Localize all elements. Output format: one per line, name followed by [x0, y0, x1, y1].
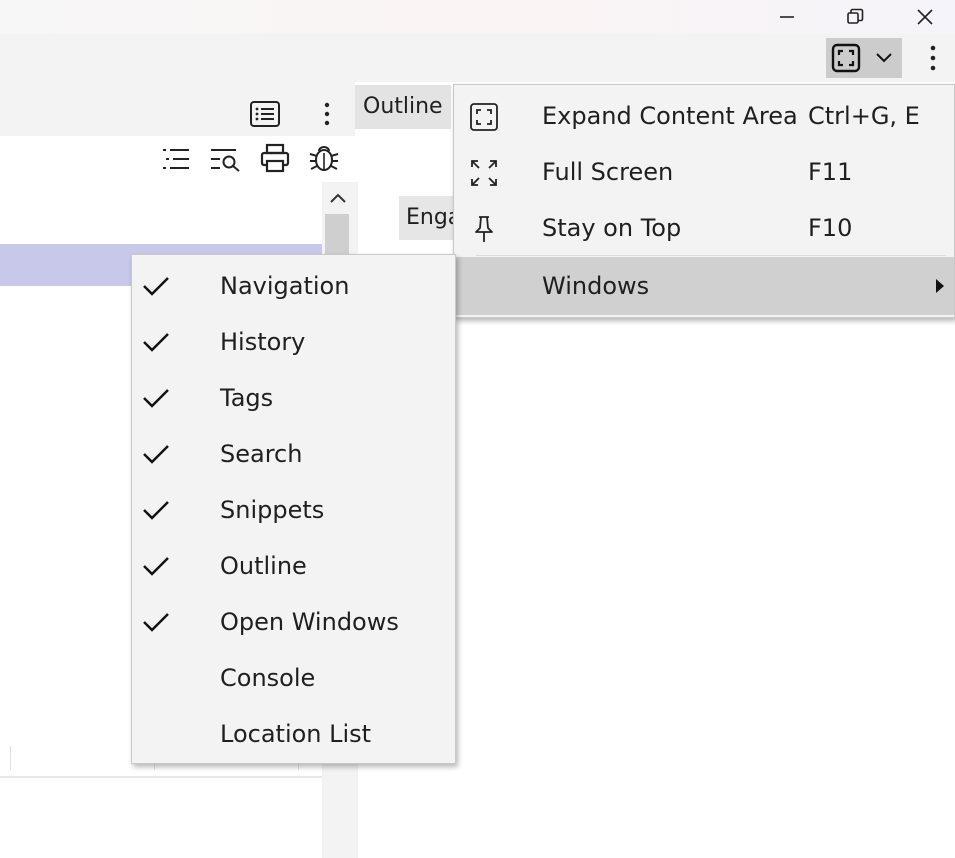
print-button[interactable] — [256, 140, 294, 176]
submenu-item-location-list[interactable]: Location List — [132, 706, 455, 762]
submenu-item-label: Console — [220, 664, 316, 692]
submenu-item-label: Outline — [220, 552, 307, 580]
submenu-item-label: Search — [220, 440, 303, 468]
editor-cell-border — [10, 746, 11, 770]
view-menu: Expand Content Area Ctrl+G, E Full Scree… — [453, 84, 955, 318]
menu-item-full-screen[interactable]: Full Screen F11 — [454, 144, 954, 200]
menu-item-shortcut: Ctrl+G, E — [808, 102, 920, 130]
submenu-item-history[interactable]: History — [132, 314, 455, 370]
submenu-item-label: Snippets — [220, 496, 325, 524]
chevron-down-icon — [876, 53, 892, 63]
close-icon — [917, 9, 933, 25]
submenu-item-tags[interactable]: Tags — [132, 370, 455, 426]
expand-content-split-button[interactable] — [826, 38, 902, 78]
expand-content-icon — [831, 43, 861, 73]
tab-eng[interactable]: Enga — [399, 196, 459, 240]
submenu-item-search[interactable]: Search — [132, 426, 455, 482]
find-in-outline-button[interactable] — [206, 142, 244, 176]
bug-icon — [309, 146, 339, 171]
chevron-up-icon — [330, 193, 346, 203]
more-options-button[interactable] — [918, 40, 948, 76]
submenu-item-label: Open Windows — [220, 608, 399, 636]
tab-outline[interactable]: Outline — [355, 85, 451, 129]
menu-item-windows[interactable]: Windows — [454, 257, 954, 315]
tab-outline-label: Outline — [363, 94, 443, 119]
menu-item-label: Full Screen — [542, 158, 674, 186]
minimize-icon — [780, 16, 794, 18]
search-list-icon — [211, 149, 240, 172]
pin-icon — [475, 216, 493, 242]
list-icon — [163, 149, 189, 169]
close-button[interactable] — [890, 0, 955, 34]
table-of-contents-icon — [250, 101, 280, 127]
checkmark-icon — [143, 333, 169, 352]
toc-button[interactable] — [246, 96, 284, 132]
checkmark-icon — [143, 389, 169, 408]
checkmark-icon — [143, 277, 169, 296]
submenu-item-console[interactable]: Console — [132, 650, 455, 706]
restore-button[interactable] — [820, 0, 890, 34]
full-screen-icon — [471, 160, 497, 186]
more-vertical-icon — [324, 102, 330, 126]
editor-toolbar — [0, 82, 355, 136]
scroll-up-button[interactable] — [326, 186, 350, 210]
outline-list-button[interactable] — [158, 142, 194, 176]
minimize-button[interactable] — [752, 0, 822, 34]
more-vertical-icon — [930, 45, 936, 71]
windows-submenu: Navigation History Tags Search Snippets … — [131, 254, 456, 764]
menu-item-shortcut: F11 — [808, 158, 853, 186]
checkmark-icon — [143, 613, 169, 632]
printer-icon — [260, 143, 290, 173]
submenu-item-label: Tags — [220, 384, 274, 412]
submenu-item-label: History — [220, 328, 306, 356]
restore-icon — [847, 8, 864, 24]
menu-separator — [476, 255, 946, 256]
menu-item-expand-content-area[interactable]: Expand Content Area Ctrl+G, E — [454, 88, 954, 144]
checkmark-icon — [143, 501, 169, 520]
expand-content-icon — [470, 103, 498, 131]
checkmark-icon — [143, 557, 169, 576]
menu-item-label: Windows — [542, 272, 650, 300]
menu-item-label: Stay on Top — [542, 214, 682, 242]
panel-more-button[interactable] — [314, 96, 340, 132]
submenu-item-label: Navigation — [220, 272, 350, 300]
menu-item-stay-on-top[interactable]: Stay on Top F10 — [454, 200, 954, 256]
submenu-item-snippets[interactable]: Snippets — [132, 482, 455, 538]
menu-item-shortcut: F10 — [808, 214, 853, 242]
submenu-arrow-icon — [936, 279, 944, 293]
main-toolbar — [0, 34, 955, 82]
menu-item-label: Expand Content Area — [542, 102, 798, 130]
submenu-item-navigation[interactable]: Navigation — [132, 258, 455, 314]
tab-eng-label: Enga — [406, 205, 459, 230]
submenu-item-outline[interactable]: Outline — [132, 538, 455, 594]
submenu-item-open-windows[interactable]: Open Windows — [132, 594, 455, 650]
submenu-item-label: Location List — [220, 720, 372, 748]
debug-button[interactable] — [305, 140, 343, 176]
checkmark-icon — [143, 445, 169, 464]
